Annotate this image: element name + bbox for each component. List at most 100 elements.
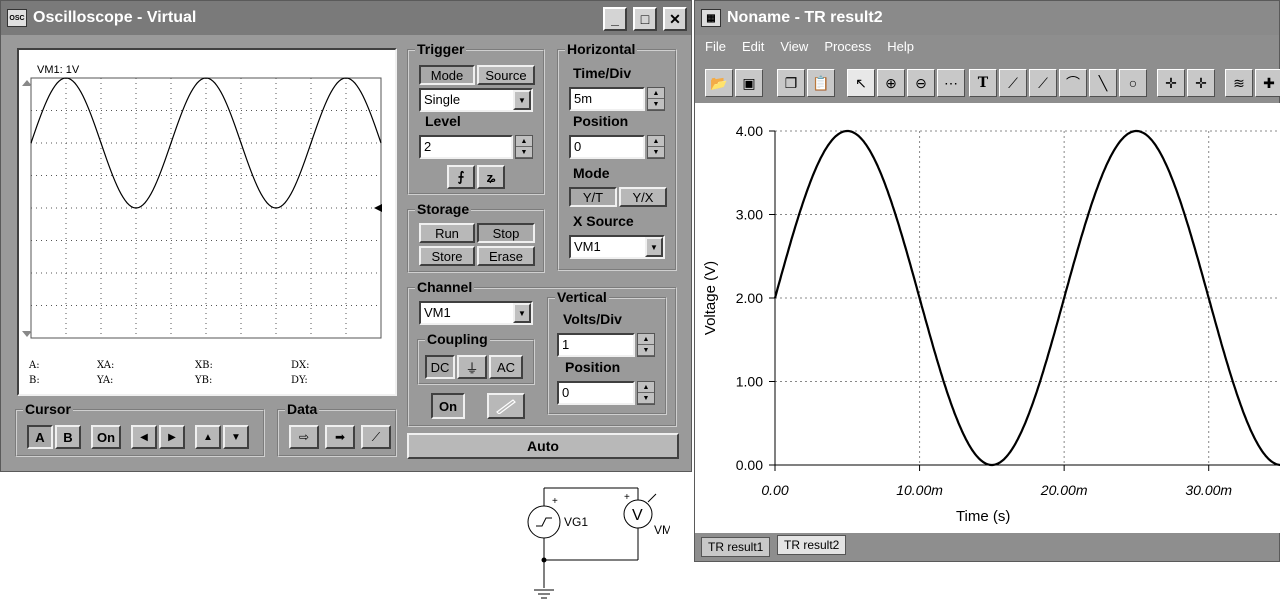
tab-tr-result1[interactable]: TR result1 <box>701 537 771 557</box>
save-icon[interactable]: ▣ <box>735 69 763 97</box>
data-transfer-icon[interactable]: ➡ <box>325 425 355 449</box>
h-position-spinner[interactable]: ▲ ▼ <box>647 135 665 159</box>
probe-pen-icon <box>496 399 516 414</box>
maximize-button[interactable]: □ <box>633 7 657 31</box>
plot-area[interactable]: 0.00 1.00 2.00 3.00 4.00 0.00 10.00m 20.00m 30.0… <box>695 103 1280 533</box>
line-tool-icon[interactable]: ╲ <box>1089 69 1117 97</box>
x-tick-label: 30.00m <box>1185 482 1232 498</box>
mode-yx-button[interactable]: Y/X <box>619 187 667 207</box>
circle-tool-icon[interactable]: ○ <box>1119 69 1147 97</box>
trigger-level-input[interactable]: 2 <box>419 135 513 159</box>
open-folder-icon[interactable]: 📂 <box>705 69 733 97</box>
trigger-mode-button[interactable]: Mode <box>419 65 475 85</box>
storage-erase-button[interactable]: Erase <box>477 246 535 266</box>
cursor-down-icon[interactable]: ▼ <box>223 425 249 449</box>
trigger-level-spinner[interactable]: ▲ ▼ <box>515 135 533 159</box>
circuit-schematic: V VG1 VM1 + + <box>527 487 670 599</box>
readout-dx: DX: <box>291 360 310 371</box>
time-div-input[interactable]: 5m <box>569 87 645 111</box>
tr-toolbar: 📂 ▣ ❐ 📋 ↖ ⊕ ⊖ ⋯ T ⟋ ⟋ ⌒ ╲ ○ ✛ ✛ ≋ ✚ <box>695 63 1280 101</box>
coupling-dc-button[interactable]: DC <box>425 355 455 379</box>
v-position-spinner[interactable]: ▲ ▼ <box>637 381 655 405</box>
y-tick-label: 4.00 <box>736 123 763 139</box>
channel-dropdown-arrow-icon[interactable]: ▼ <box>513 303 531 323</box>
trigger-dropdown-arrow-icon[interactable]: ▼ <box>513 90 531 110</box>
readout-ya: YA: <box>97 375 114 386</box>
measure-2-icon[interactable]: ⟋ <box>1029 69 1057 97</box>
menu-edit[interactable]: Edit <box>742 39 764 54</box>
x-tick-label: 10.00m <box>896 482 943 498</box>
time-div-label: Time/Div <box>573 65 632 81</box>
volts-div-label: Volts/Div <box>563 311 622 327</box>
readout-dy: DY: <box>291 375 308 386</box>
readout-b: B: <box>29 375 40 386</box>
cursor-right-icon[interactable]: ▶ <box>159 425 185 449</box>
trigger-title: Trigger <box>415 41 467 57</box>
time-div-spinner[interactable]: ▲ ▼ <box>647 87 665 111</box>
measure-1-icon[interactable]: ⟋ <box>999 69 1027 97</box>
add-trace-icon[interactable]: ✚ <box>1255 69 1280 97</box>
svg-text:+: + <box>552 496 558 507</box>
auto-button[interactable]: Auto <box>407 433 679 459</box>
h-position-input[interactable]: 0 <box>569 135 645 159</box>
waveform-tool-icon[interactable]: ≋ <box>1225 69 1253 97</box>
h-position-label: Position <box>573 113 629 129</box>
storage-title: Storage <box>415 201 472 217</box>
cursor-a-button[interactable]: A <box>27 425 53 449</box>
mode-yt-button[interactable]: Y/T <box>569 187 617 207</box>
menu-process[interactable]: Process <box>824 39 871 54</box>
cursor-b-button[interactable]: B <box>55 425 81 449</box>
trigger-marker-icon <box>374 204 382 212</box>
select-arrow-icon[interactable]: ↖ <box>847 69 875 97</box>
trigger-falling-edge-icon[interactable]: ʑ <box>477 165 505 189</box>
menu-view[interactable]: View <box>780 39 808 54</box>
copy-icon[interactable]: ❐ <box>777 69 805 97</box>
cursor-up-icon[interactable]: ▲ <box>195 425 221 449</box>
zoom-100-icon[interactable]: ⊖ <box>907 69 935 97</box>
scope-screen[interactable]: VM1: 1V A: XA: XB: DX: B: YA: YB: DY: <box>17 48 397 396</box>
text-tool-icon[interactable]: T <box>969 69 997 97</box>
tab-tr-result2[interactable]: TR result2 <box>777 535 847 555</box>
channel-on-button[interactable]: On <box>431 393 465 419</box>
paste-icon[interactable]: 📋 <box>807 69 835 97</box>
channel-title: Channel <box>415 279 475 295</box>
volts-div-input[interactable]: 1 <box>557 333 635 357</box>
storage-store-button[interactable]: Store <box>419 246 475 266</box>
coupling-panel: Coupling DC ⏚ AC <box>417 331 535 385</box>
zoom-in-icon[interactable]: ⊕ <box>877 69 905 97</box>
menu-file[interactable]: File <box>705 39 726 54</box>
data-panel: Data ⇨ ➡ ⟋ <box>277 401 397 457</box>
tr-menubar: File Edit View Process Help <box>695 35 1279 57</box>
tr-titlebar[interactable]: ▦ Noname - TR result2 <box>695 1 1279 35</box>
vg1-label: VG1 <box>564 515 588 529</box>
cursor-b-tool-icon[interactable]: ✛ <box>1187 69 1215 97</box>
trigger-source-button[interactable]: Source <box>477 65 535 85</box>
cursor-a-tool-icon[interactable]: ✛ <box>1157 69 1185 97</box>
storage-stop-button[interactable]: Stop <box>477 223 535 243</box>
trigger-rising-edge-icon[interactable]: ⨍ <box>447 165 475 189</box>
tr-window-title: Noname - TR result2 <box>727 9 883 26</box>
volts-div-spinner[interactable]: ▲ ▼ <box>637 333 655 357</box>
vm1-label: VM1 <box>654 523 670 537</box>
x-source-dropdown-arrow-icon[interactable]: ▼ <box>645 237 663 257</box>
coupling-ground-icon[interactable]: ⏚ <box>457 355 487 379</box>
cursor-on-button[interactable]: On <box>91 425 121 449</box>
measure-3-icon[interactable]: ⌒ <box>1059 69 1087 97</box>
cursor-left-icon[interactable]: ◀ <box>131 425 157 449</box>
horizontal-title: Horizontal <box>565 41 638 57</box>
channel-probe-icon[interactable] <box>487 393 525 419</box>
minimize-button[interactable]: _ <box>603 7 627 31</box>
data-graph-icon[interactable]: ⟋ <box>361 425 391 449</box>
close-button[interactable]: ✕ <box>663 7 687 31</box>
vertical-title: Vertical <box>555 289 609 305</box>
grid-icon[interactable]: ⋯ <box>937 69 965 97</box>
oscilloscope-titlebar[interactable]: OSC Oscilloscope - Virtual <box>1 1 691 35</box>
data-export-icon[interactable]: ⇨ <box>289 425 319 449</box>
storage-run-button[interactable]: Run <box>419 223 475 243</box>
v-position-input[interactable]: 0 <box>557 381 635 405</box>
readout-xb: XB: <box>195 360 213 371</box>
coupling-ac-button[interactable]: AC <box>489 355 523 379</box>
trigger-level-label: Level <box>425 113 461 129</box>
svg-text:+: + <box>624 492 630 503</box>
menu-help[interactable]: Help <box>887 39 914 54</box>
